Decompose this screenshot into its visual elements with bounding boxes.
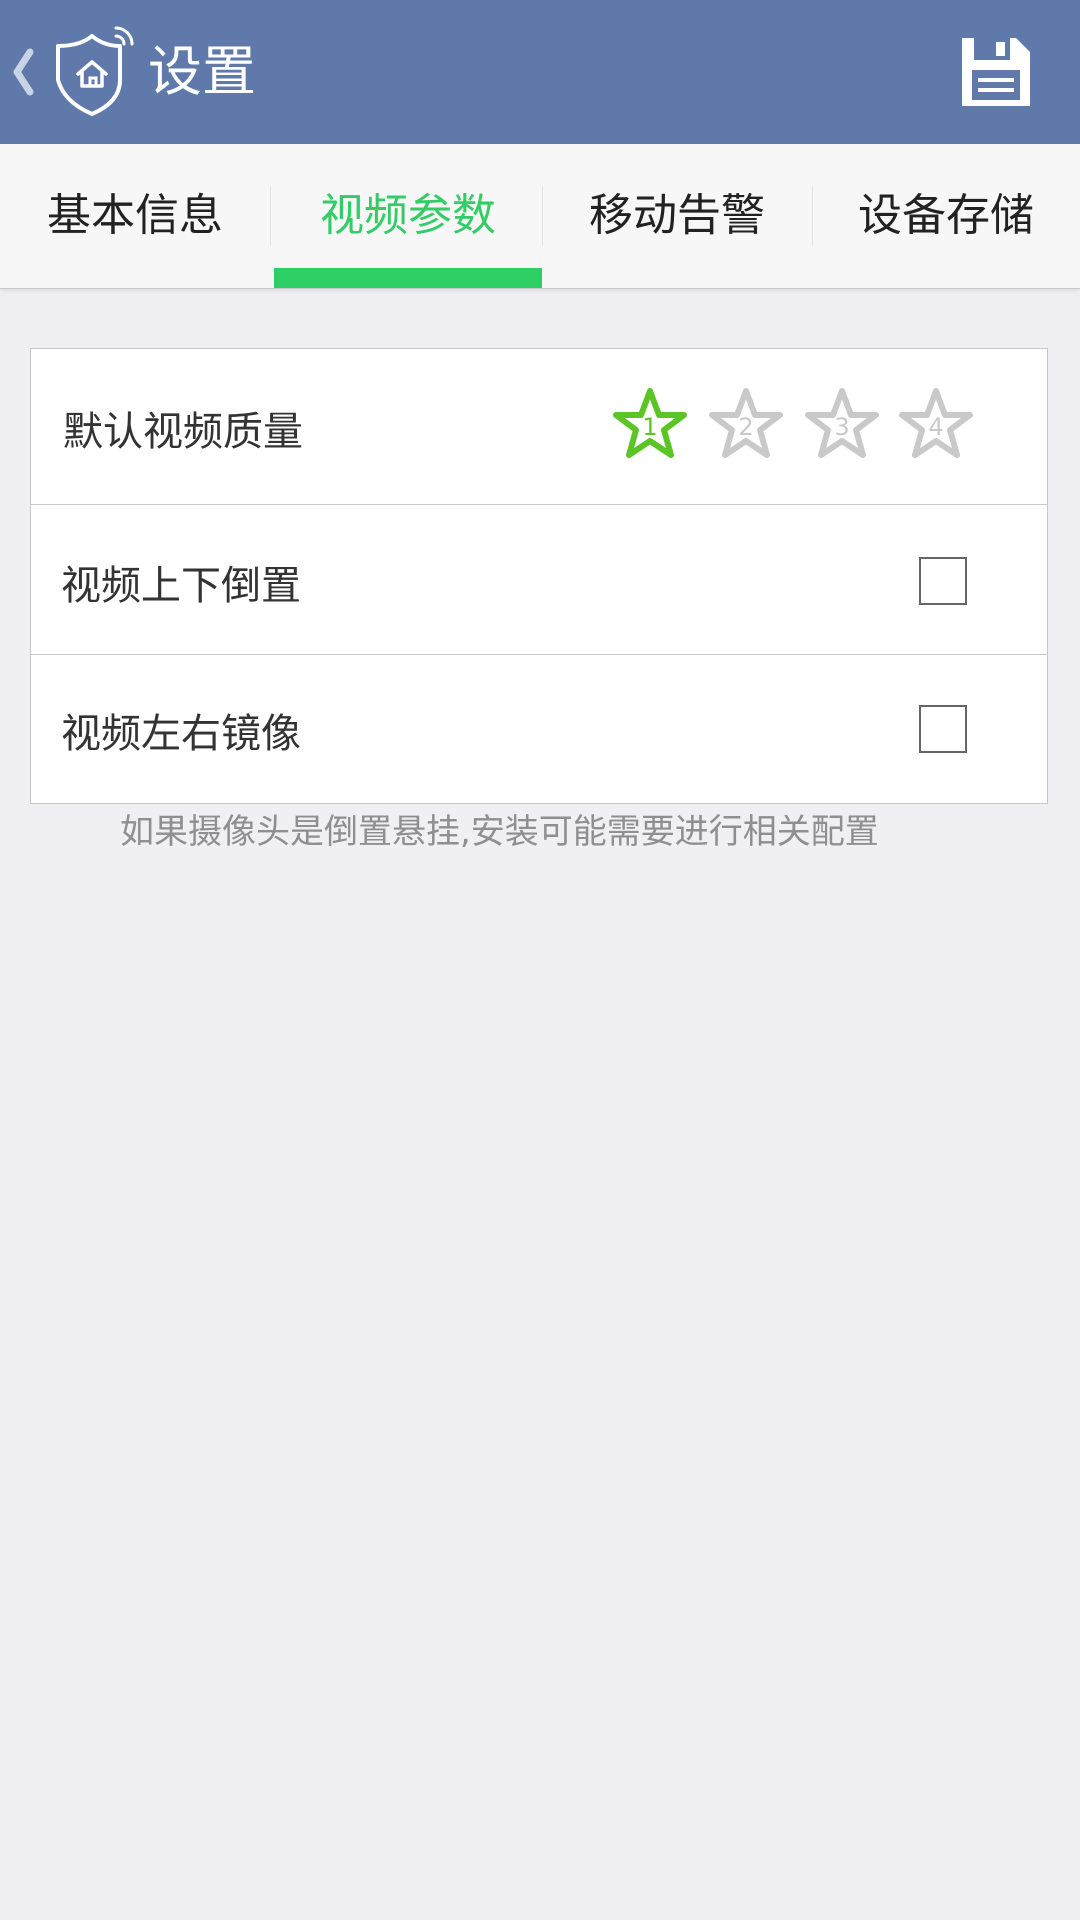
tab-device-storage[interactable]: 设备存储	[812, 144, 1080, 288]
home-shield-wifi-icon	[56, 26, 134, 116]
flip-vertical-checkbox[interactable]	[919, 557, 967, 605]
active-tab-indicator	[274, 268, 542, 288]
quality-star-1-number: 1	[642, 413, 657, 441]
tab-motion-alarm[interactable]: 移动告警	[542, 144, 812, 288]
quality-star-4-icon[interactable]: 4	[899, 387, 973, 461]
quality-star-3-number: 3	[834, 413, 849, 441]
quality-star-3-icon[interactable]: 3	[805, 387, 879, 461]
flip-vertical-label: 视频上下倒置	[61, 563, 301, 609]
mirror-horizontal-row: 视频左右镜像	[31, 655, 1047, 803]
tab-bar: 基本信息 视频参数 移动告警 设备存储	[0, 144, 1080, 289]
tab-video-params[interactable]: 视频参数	[274, 144, 542, 288]
mirror-horizontal-checkbox[interactable]	[919, 705, 967, 753]
tab-divider	[270, 186, 271, 246]
video-quality-row: 默认视频质量 1 2 3 4	[31, 349, 1047, 505]
video-settings-card: 默认视频质量 1 2 3 4 视频上下倒置 视频左右镜像	[30, 348, 1048, 804]
mirror-horizontal-label: 视频左右镜像	[61, 711, 301, 757]
chevron-left-icon[interactable]	[8, 44, 38, 100]
flip-vertical-row: 视频上下倒置	[31, 505, 1047, 655]
app-header: 设置	[0, 0, 1080, 144]
quality-star-2-icon[interactable]: 2	[709, 387, 783, 461]
video-quality-label: 默认视频质量	[63, 409, 303, 455]
tab-basic-info[interactable]: 基本信息	[0, 144, 270, 288]
quality-star-1-icon[interactable]: 1	[613, 387, 687, 461]
page-title: 设置	[148, 40, 256, 103]
floppy-disk-icon[interactable]	[956, 34, 1036, 110]
hint-text: 如果摄像头是倒置悬挂,安装可能需要进行相关配置	[120, 812, 879, 852]
quality-star-2-number: 2	[738, 413, 753, 441]
quality-star-4-number: 4	[928, 413, 943, 441]
